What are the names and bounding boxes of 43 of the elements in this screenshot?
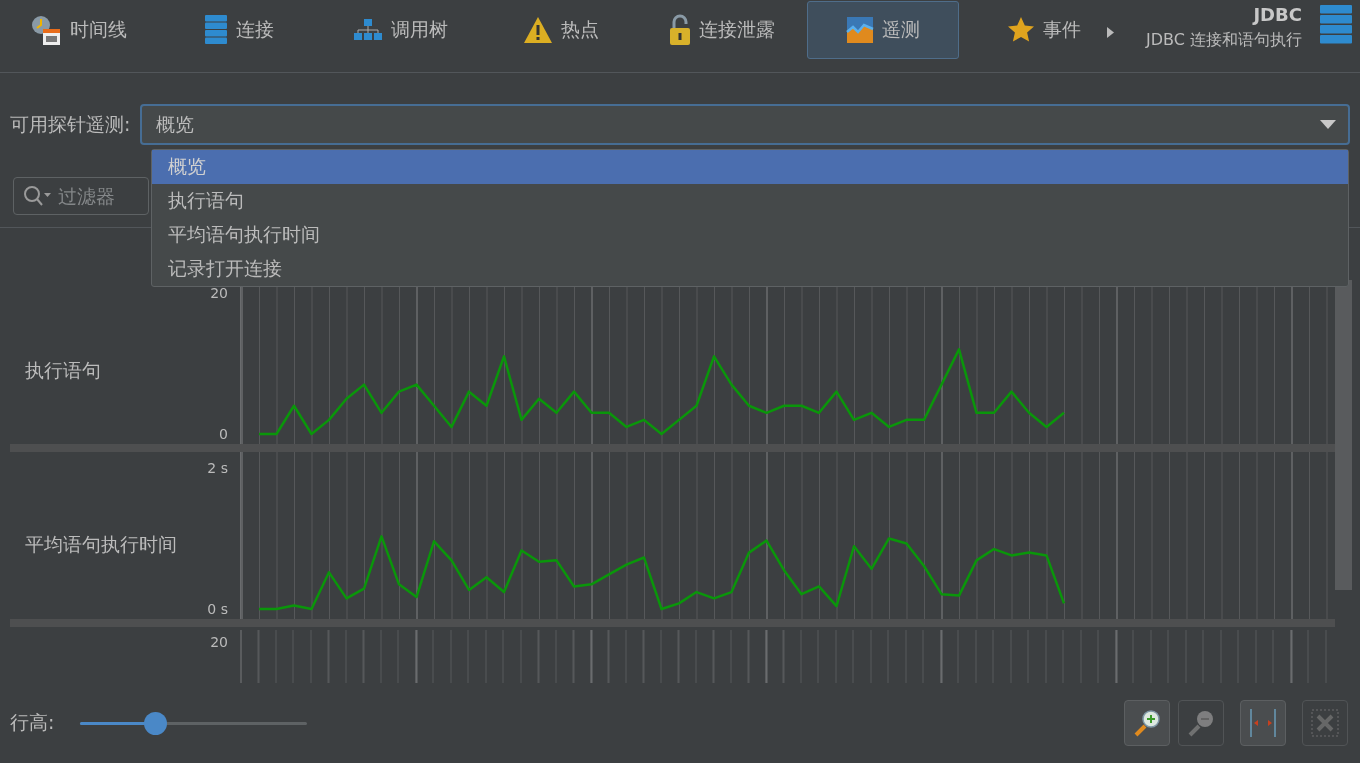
axis-tick-label: 0 s [207, 602, 228, 616]
tab[interactable]: 遥测 [807, 1, 959, 59]
slider-thumb[interactable] [144, 711, 168, 735]
tab[interactable]: 连接 [163, 1, 315, 59]
dropdown-option[interactable]: 概览 [152, 150, 1348, 184]
dropdown-option[interactable]: 执行语句 [152, 184, 1348, 218]
tab[interactable]: 调用树 [324, 1, 476, 59]
star-icon [1007, 16, 1035, 44]
tab[interactable]: 热点 [485, 1, 637, 59]
database-icon [204, 14, 228, 46]
warning-icon [523, 16, 553, 44]
axis-tick-label: 20 [210, 285, 228, 300]
dropdown-option[interactable]: 平均语句执行时间 [152, 218, 1348, 252]
delete-selection-icon [1310, 708, 1340, 738]
padlock-icon [669, 14, 691, 46]
fit-width-button[interactable] [1240, 700, 1286, 746]
chart-icon [846, 16, 874, 44]
tab[interactable]: 事件 [968, 1, 1120, 59]
filter-field[interactable]: 过滤器 [13, 177, 149, 215]
search-icon [23, 185, 51, 207]
zoom-out-icon [1186, 708, 1216, 738]
dropdown-arrow-icon [1320, 120, 1336, 129]
axis-tick-label: 20 [210, 635, 228, 649]
row-height-slider[interactable] [80, 711, 308, 735]
section-title: JDBC [1253, 4, 1302, 25]
series-label: 执行语句 [25, 358, 101, 383]
probe-dropdown[interactable]: 概览 [140, 104, 1350, 145]
fit-width-icon [1248, 708, 1278, 738]
zoom-in-icon [1132, 708, 1162, 738]
row-height-label: 行高: [10, 710, 55, 735]
zoom-in-button[interactable] [1124, 700, 1170, 746]
dropdown-option[interactable]: 记录打开连接 [152, 252, 1348, 286]
hierarchy-icon [352, 18, 383, 42]
series-label: 平均语句执行时间 [25, 532, 177, 557]
probe-label: 可用探针遥测: [10, 111, 131, 137]
axis-tick-label: 2 s [207, 461, 228, 475]
more-tabs-icon[interactable] [1107, 27, 1114, 38]
section-subtitle: JDBC 连接和语句执行 [1146, 30, 1302, 51]
tab[interactable]: 时间线 [2, 1, 154, 59]
axis-tick-label: 0 [219, 426, 228, 441]
clock-calendar-icon [29, 14, 62, 46]
database-icon [1320, 4, 1352, 44]
tab[interactable]: 连接泄露 [646, 1, 798, 59]
